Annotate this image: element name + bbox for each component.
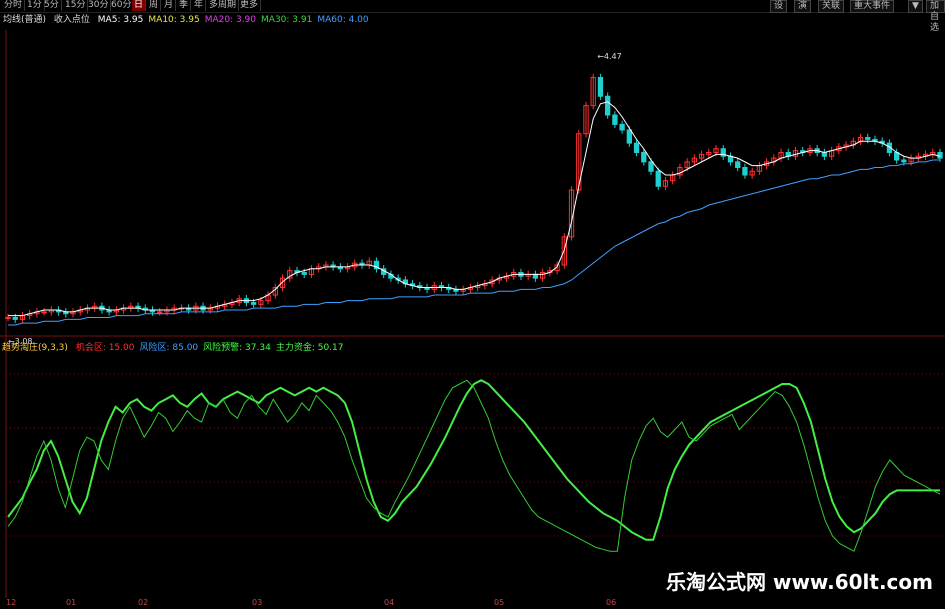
candle-body (655, 170, 661, 187)
ma-line-ma5 (8, 101, 941, 317)
indicator-line (7, 379, 940, 541)
candle-body (12, 317, 18, 320)
candle-body (633, 142, 640, 153)
indicator-legend-item: 机会区: 15.00 (75, 343, 135, 353)
candle-body (865, 137, 871, 140)
x-axis-tick-label: 12 (6, 598, 17, 607)
stock-chart: ←4.47←3.08 (0, 30, 945, 598)
candle-body (742, 167, 748, 176)
candle-body (605, 95, 611, 116)
candle-body (597, 77, 604, 97)
indicator-line (7, 379, 941, 552)
ma-line-ma60 (8, 159, 940, 326)
candle-body (250, 302, 257, 305)
candle-body (619, 123, 625, 131)
candle-body (301, 272, 307, 275)
candle-body (626, 129, 632, 144)
max-price-label: ←4.47 (597, 52, 622, 61)
indicator-legend: 趋势淘庄(9,3,3) 机会区: 15.00 风险区: 85.00 风险预警: 37… (2, 342, 354, 354)
candle-body (821, 152, 828, 157)
candle-body (735, 161, 741, 168)
indicator-legend-item: 主力资金: 50.17 (275, 343, 344, 353)
indicator-legend-item: 风险预警: 37.34 (203, 343, 271, 353)
candle-body (937, 152, 943, 159)
indicator-legend-item: 风险区: 85.00 (139, 343, 199, 353)
candle-body (41, 311, 47, 314)
candle-body (157, 311, 163, 314)
x-axis-tick-label: 06 (606, 598, 617, 607)
x-axis-tick-label: 05 (494, 598, 505, 607)
candle-body (532, 273, 539, 279)
x-axis-tick-label: 03 (252, 598, 263, 607)
candle-body (612, 114, 618, 125)
indicator-name: 趋势淘庄(9,3,3) (2, 343, 68, 353)
candle-body (648, 161, 654, 172)
x-axis-tick-label: 02 (138, 598, 149, 607)
candle-body (901, 159, 907, 163)
x-axis-tick-label: 01 (66, 598, 77, 607)
candle-body (5, 317, 11, 319)
x-axis-tick-label: 04 (384, 598, 395, 607)
watermark: 乐淘公式网 www.60lt.com (662, 564, 937, 597)
candle-body (641, 152, 647, 163)
